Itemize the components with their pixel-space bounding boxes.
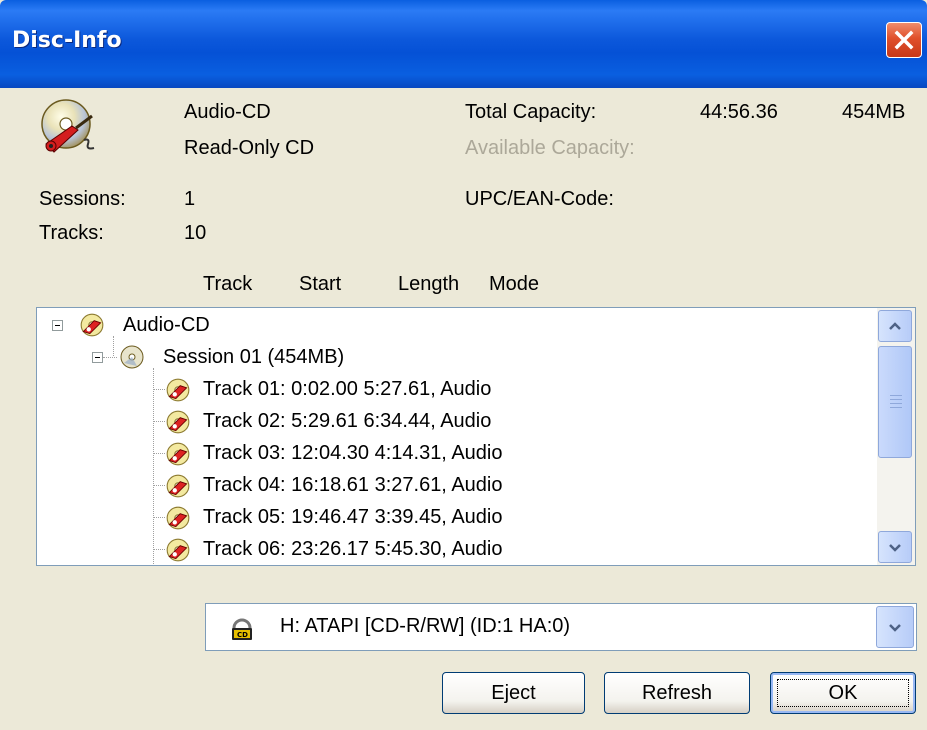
scroll-thumb[interactable] [878,346,912,458]
disc-media: Read-Only CD [184,137,315,159]
scroll-up-button[interactable] [878,310,912,342]
total-capacity-time: 44:56.36 [700,101,778,123]
drive-dropdown-button[interactable] [876,606,914,648]
track-note-icon [166,506,190,530]
tree-connector [153,549,165,550]
sessions-label: Sessions: [39,188,126,210]
column-header-track: Track [203,273,253,295]
total-capacity-label: Total Capacity: [465,101,597,123]
track-note-icon [166,410,190,434]
tree-track-row[interactable]: Track 02: 5:29.61 6:34.44, Audio [37,406,877,438]
tree-track-row[interactable]: Track 03: 12:04.30 4:14.31, Audio [37,438,877,470]
track-label: Track 05: 19:46.47 3:39.45, Audio [203,506,503,528]
tree-connector [153,421,165,422]
tree-session[interactable]: Session 01 (454MB) [37,342,877,374]
tracks-value: 10 [184,222,207,244]
drive-select[interactable]: CD H: ATAPI [CD-R/RW] (ID:1 HA:0) [205,603,917,651]
tracks-label: Tracks: [39,222,104,244]
thumb-grip [890,407,902,408]
track-note-icon [166,442,190,466]
tree-connector [153,389,165,390]
tree-vertical-scrollbar[interactable] [877,308,915,565]
thumb-grip [890,403,902,404]
column-header-mode: Mode [489,273,540,295]
column-header-start: Start [299,273,342,295]
session-label: Session 01 (454MB) [163,346,345,368]
chevron-down-icon [889,624,901,632]
cd-drive-icon: CD [232,618,252,640]
audio-cd-icon [80,313,104,337]
close-button[interactable] [886,22,922,58]
collapse-session-toggle[interactable] [92,352,103,363]
tree-track-row[interactable]: Track 01: 0:02.00 5:27.61, Audio [37,374,877,406]
focus-rectangle [777,679,909,707]
disc-tree-view[interactable]: Audio-CD Session 01 (454MB) Track 01: 0:… [36,307,916,566]
tree-root-audio-cd[interactable]: Audio-CD [37,310,877,342]
total-capacity-size: 454MB [842,101,906,123]
track-label: Track 01: 0:02.00 5:27.61, Audio [203,378,492,400]
tree-track-row[interactable]: Track 04: 16:18.61 3:27.61, Audio [37,470,877,502]
drive-select-value: H: ATAPI [CD-R/RW] (ID:1 HA:0) [280,615,571,637]
tree-connector [153,453,165,454]
disc-type: Audio-CD [184,101,271,123]
audio-cd-guitar-icon [41,99,95,153]
tree-track-row[interactable]: Track 06: 23:26.17 5:45.30, Audio [37,534,877,565]
sessions-value: 1 [184,188,196,210]
upc-ean-label: UPC/EAN-Code: [465,188,614,210]
tree-connector [153,517,165,518]
track-note-icon [166,474,190,498]
track-label: Track 03: 12:04.30 4:14.31, Audio [203,442,503,464]
collapse-root-toggle[interactable] [52,320,63,331]
thumb-grip [890,399,902,400]
ok-button[interactable]: OK [770,672,916,714]
track-label: Track 04: 16:18.61 3:27.61, Audio [203,474,503,496]
tree-track-row[interactable]: Track 05: 19:46.47 3:39.45, Audio [37,502,877,534]
svg-text:CD: CD [237,631,248,639]
close-icon [894,30,914,50]
refresh-button[interactable]: Refresh [604,672,750,714]
track-note-icon [166,378,190,402]
available-capacity-label: Available Capacity: [465,137,635,159]
tree-connector [103,357,117,358]
eject-button[interactable]: Eject [442,672,585,714]
chevron-up-icon [889,322,901,330]
column-header-length: Length [398,273,460,295]
tree-connector [153,485,165,486]
scroll-down-button[interactable] [878,531,912,563]
window-title: Disc-Info [12,28,122,53]
track-label: Track 02: 5:29.61 6:34.44, Audio [203,410,492,432]
disc-info-dialog: Disc-Info Audio-CD Read-Only CD Total Ca… [0,0,927,730]
track-note-icon [166,538,190,562]
chevron-down-icon [889,544,901,552]
tree-root-label: Audio-CD [123,314,210,336]
title-bar[interactable]: Disc-Info [0,0,927,88]
thumb-grip [890,395,902,396]
track-label: Track 06: 23:26.17 5:45.30, Audio [203,538,503,560]
cd-disc-icon [120,345,144,369]
